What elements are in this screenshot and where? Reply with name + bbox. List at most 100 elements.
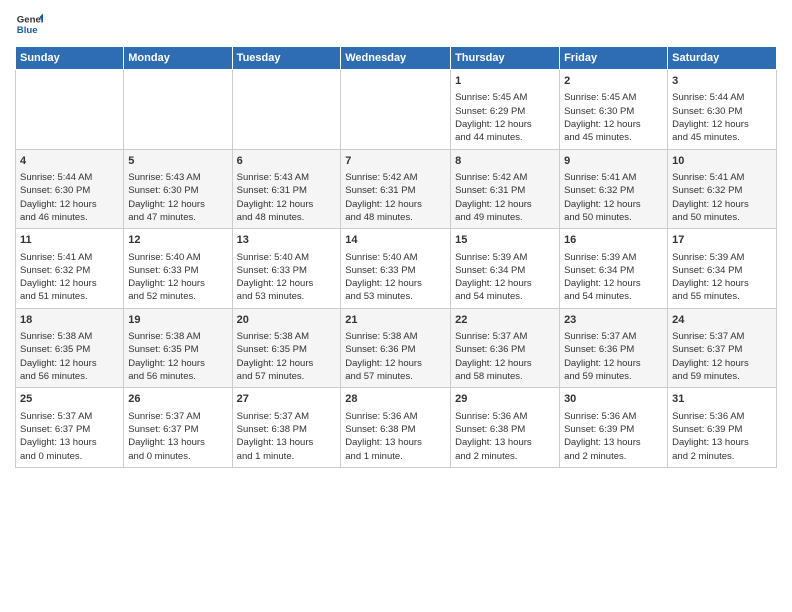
day-info: Sunrise: 5:41 AM Sunset: 6:32 PM Dayligh… [20,251,119,304]
day-info: Sunrise: 5:45 AM Sunset: 6:30 PM Dayligh… [564,91,663,144]
day-number: 7 [345,154,446,169]
day-number: 17 [672,233,772,248]
calendar-cell: 15 Sunrise: 5:39 AM Sunset: 6:34 PM Dayli… [451,229,560,309]
calendar-cell: 30 Sunrise: 5:36 AM Sunset: 6:39 PM Dayli… [560,388,668,468]
day-info: Sunrise: 5:38 AM Sunset: 6:35 PM Dayligh… [20,330,119,383]
calendar-cell: 19 Sunrise: 5:38 AM Sunset: 6:35 PM Dayli… [124,308,232,388]
day-info: Sunrise: 5:42 AM Sunset: 6:31 PM Dayligh… [455,171,555,224]
day-info: Sunrise: 5:40 AM Sunset: 6:33 PM Dayligh… [128,251,227,304]
calendar-cell: 4Sunrise: 5:44 AM Sunset: 6:30 PM Daylig… [16,149,124,229]
day-info: Sunrise: 5:38 AM Sunset: 6:35 PM Dayligh… [237,330,337,383]
day-info: Sunrise: 5:36 AM Sunset: 6:39 PM Dayligh… [672,410,772,463]
weekday-header-saturday: Saturday [668,47,777,70]
calendar-cell: 31 Sunrise: 5:36 AM Sunset: 6:39 PM Dayli… [668,388,777,468]
day-number: 31 [672,392,772,407]
day-info: Sunrise: 5:37 AM Sunset: 6:36 PM Dayligh… [455,330,555,383]
calendar-cell: 14Sunrise: 5:40 AM Sunset: 6:33 PM Dayli… [341,229,451,309]
day-number: 26 [128,392,227,407]
day-number: 23 [564,313,663,328]
calendar-cell: 10 Sunrise: 5:41 AM Sunset: 6:32 PM Dayli… [668,149,777,229]
calendar-cell [341,70,451,150]
day-number: 25 [20,392,119,407]
weekday-header-friday: Friday [560,47,668,70]
calendar-cell: 2 Sunrise: 5:45 AM Sunset: 6:30 PM Daylig… [560,70,668,150]
calendar-cell: 29 Sunrise: 5:36 AM Sunset: 6:38 PM Dayli… [451,388,560,468]
day-number: 15 [455,233,555,248]
calendar-cell: 27 Sunrise: 5:37 AM Sunset: 6:38 PM Dayli… [232,388,341,468]
day-number: 1 [455,74,555,89]
day-info: Sunrise: 5:36 AM Sunset: 6:38 PM Dayligh… [345,410,446,463]
day-number: 12 [128,233,227,248]
day-info: Sunrise: 5:40 AM Sunset: 6:33 PM Dayligh… [237,251,337,304]
calendar-cell: 3 Sunrise: 5:44 AM Sunset: 6:30 PM Daylig… [668,70,777,150]
calendar-cell: 25 Sunrise: 5:37 AM Sunset: 6:37 PM Dayli… [16,388,124,468]
day-info: Sunrise: 5:43 AM Sunset: 6:31 PM Dayligh… [237,171,337,224]
day-number: 9 [564,154,663,169]
calendar-cell [232,70,341,150]
day-info: Sunrise: 5:37 AM Sunset: 6:36 PM Dayligh… [564,330,663,383]
week-row-1: 1 Sunrise: 5:45 AM Sunset: 6:29 PM Daylig… [16,70,777,150]
day-number: 11 [20,233,119,248]
day-info: Sunrise: 5:44 AM Sunset: 6:30 PM Dayligh… [672,91,772,144]
calendar-cell: 28 Sunrise: 5:36 AM Sunset: 6:38 PM Dayli… [341,388,451,468]
calendar-cell: 5Sunrise: 5:43 AM Sunset: 6:30 PM Daylig… [124,149,232,229]
page: General Blue SundayMondayTuesdayWednesda… [0,0,792,612]
calendar-cell: 7 Sunrise: 5:42 AM Sunset: 6:31 PM Daylig… [341,149,451,229]
calendar-cell: 13 Sunrise: 5:40 AM Sunset: 6:33 PM Dayli… [232,229,341,309]
calendar-cell: 23 Sunrise: 5:37 AM Sunset: 6:36 PM Dayli… [560,308,668,388]
day-number: 5 [128,154,227,169]
calendar-cell: 20 Sunrise: 5:38 AM Sunset: 6:35 PM Dayli… [232,308,341,388]
day-info: Sunrise: 5:41 AM Sunset: 6:32 PM Dayligh… [564,171,663,224]
day-number: 30 [564,392,663,407]
day-info: Sunrise: 5:38 AM Sunset: 6:35 PM Dayligh… [128,330,227,383]
day-info: Sunrise: 5:45 AM Sunset: 6:29 PM Dayligh… [455,91,555,144]
calendar-cell: 6 Sunrise: 5:43 AM Sunset: 6:31 PM Daylig… [232,149,341,229]
day-number: 6 [237,154,337,169]
weekday-header-row: SundayMondayTuesdayWednesdayThursdayFrid… [16,47,777,70]
weekday-header-monday: Monday [124,47,232,70]
day-number: 13 [237,233,337,248]
day-info: Sunrise: 5:38 AM Sunset: 6:36 PM Dayligh… [345,330,446,383]
day-info: Sunrise: 5:41 AM Sunset: 6:32 PM Dayligh… [672,171,772,224]
day-number: 29 [455,392,555,407]
day-info: Sunrise: 5:37 AM Sunset: 6:37 PM Dayligh… [20,410,119,463]
day-number: 24 [672,313,772,328]
day-number: 3 [672,74,772,89]
logo: General Blue [15,10,43,38]
day-number: 8 [455,154,555,169]
day-info: Sunrise: 5:39 AM Sunset: 6:34 PM Dayligh… [672,251,772,304]
day-number: 19 [128,313,227,328]
calendar-cell: 16 Sunrise: 5:39 AM Sunset: 6:34 PM Dayli… [560,229,668,309]
day-number: 16 [564,233,663,248]
day-info: Sunrise: 5:39 AM Sunset: 6:34 PM Dayligh… [455,251,555,304]
day-number: 18 [20,313,119,328]
day-info: Sunrise: 5:36 AM Sunset: 6:38 PM Dayligh… [455,410,555,463]
day-number: 4 [20,154,119,169]
week-row-3: 11 Sunrise: 5:41 AM Sunset: 6:32 PM Dayli… [16,229,777,309]
calendar-cell: 1 Sunrise: 5:45 AM Sunset: 6:29 PM Daylig… [451,70,560,150]
week-row-2: 4Sunrise: 5:44 AM Sunset: 6:30 PM Daylig… [16,149,777,229]
calendar-cell: 21Sunrise: 5:38 AM Sunset: 6:36 PM Dayli… [341,308,451,388]
calendar-cell [124,70,232,150]
day-number: 20 [237,313,337,328]
day-number: 27 [237,392,337,407]
day-number: 28 [345,392,446,407]
day-info: Sunrise: 5:37 AM Sunset: 6:38 PM Dayligh… [237,410,337,463]
day-info: Sunrise: 5:39 AM Sunset: 6:34 PM Dayligh… [564,251,663,304]
calendar-cell: 12 Sunrise: 5:40 AM Sunset: 6:33 PM Dayli… [124,229,232,309]
day-info: Sunrise: 5:42 AM Sunset: 6:31 PM Dayligh… [345,171,446,224]
calendar-cell: 11 Sunrise: 5:41 AM Sunset: 6:32 PM Dayli… [16,229,124,309]
calendar-cell: 17 Sunrise: 5:39 AM Sunset: 6:34 PM Dayli… [668,229,777,309]
header: General Blue [15,10,777,38]
day-number: 2 [564,74,663,89]
weekday-header-wednesday: Wednesday [341,47,451,70]
day-info: Sunrise: 5:36 AM Sunset: 6:39 PM Dayligh… [564,410,663,463]
day-number: 10 [672,154,772,169]
svg-text:General: General [17,14,43,25]
week-row-4: 18 Sunrise: 5:38 AM Sunset: 6:35 PM Dayli… [16,308,777,388]
weekday-header-tuesday: Tuesday [232,47,341,70]
day-number: 22 [455,313,555,328]
day-number: 14 [345,233,446,248]
calendar-cell [16,70,124,150]
calendar: SundayMondayTuesdayWednesdayThursdayFrid… [15,46,777,468]
